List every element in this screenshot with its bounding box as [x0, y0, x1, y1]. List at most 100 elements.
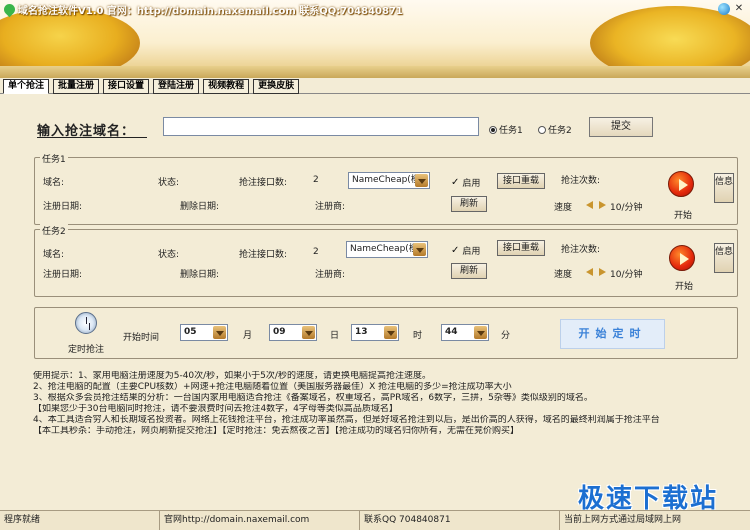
radio-selected-icon — [489, 125, 497, 134]
status-network: 当前上网方式通过局域网上网 — [564, 515, 682, 525]
task1-del-date-label: 删除日期: — [180, 202, 220, 212]
task1-start-label: 开始 — [674, 211, 693, 221]
main-tabs: 单个抢注 批量注册 接口设置 登陆注册 视频教程 更换皮肤 — [3, 79, 300, 95]
domain-label-underline — [37, 137, 147, 138]
task2-radio-label: 任务2 — [548, 126, 572, 136]
month-value: 05 — [184, 327, 197, 337]
task1-enable-checkbox[interactable]: ✓ 启用 — [451, 176, 480, 189]
app-leaf-icon — [1, 1, 18, 17]
speed-arrows-icon[interactable] — [586, 267, 606, 277]
hour-unit: 时 — [413, 331, 423, 341]
status-bar: 程序就绪 官网http://domain.naxemail.com 联系QQ 7… — [0, 510, 750, 530]
note-line: 使用提示：1、家用电脑注册速度为5-40次/秒，如果小于5次/秒的速度，请更换电… — [33, 371, 431, 381]
note-line: 【本工具秒杀：手动抢注，网页刷新提交抢注】【定时抢注：免去熬夜之苦】【抢注成功的… — [33, 426, 520, 436]
task2-reload-button[interactable]: 接口重载 — [497, 240, 545, 256]
grass-decoration — [0, 66, 750, 78]
scheduled-register-label: 定时抢注 — [68, 345, 105, 355]
window-controls: ✕ — [718, 2, 746, 15]
domain-input[interactable] — [163, 117, 479, 136]
minute-unit: 分 — [501, 331, 511, 341]
task1-api-count-label: 抢注接口数: — [239, 178, 288, 188]
status-state: 程序就绪 — [0, 511, 160, 530]
task2-api-count-label: 抢注接口数: — [239, 250, 288, 260]
tab-api-settings[interactable]: 接口设置 — [103, 79, 150, 94]
month-select[interactable]: 05 — [180, 324, 228, 341]
status-website: 官网http://domain.naxemail.com — [160, 511, 360, 530]
task1-speed-value: 10/分钟 — [610, 203, 643, 213]
task2-status-label: 状态: — [158, 250, 180, 260]
minute-select[interactable]: 44 — [441, 324, 489, 341]
day-value: 09 — [273, 327, 286, 337]
task2-enable-label: 启用 — [462, 247, 481, 257]
start-timer-button[interactable]: 开始定时 — [560, 319, 665, 349]
task2-attempts-label: 抢注次数: — [561, 245, 601, 255]
speed-arrows-icon[interactable] — [586, 200, 606, 210]
task2-domain-label: 域名: — [43, 250, 65, 260]
start-time-label: 开始时间 — [123, 333, 160, 343]
task2-refresh-button[interactable]: 刷新 — [451, 263, 487, 279]
clock-icon — [75, 312, 97, 334]
dropdown-arrow-icon[interactable] — [302, 326, 315, 339]
tab-single-register[interactable]: 单个抢注 — [3, 79, 50, 94]
task1-radio[interactable]: 任务1 — [489, 123, 523, 136]
task1-status-label: 状态: — [158, 178, 180, 188]
task1-reload-button[interactable]: 接口重载 — [497, 173, 545, 189]
task1-radio-label: 任务1 — [499, 126, 523, 136]
task2-reg-date-label: 注册日期: — [43, 270, 83, 280]
task2-enable-checkbox[interactable]: ✓ 启用 — [451, 244, 480, 257]
domain-input-row: 输入抢注域名： 任务1 任务2 提交 — [37, 117, 737, 141]
note-line: 【如果您少于30台电脑同时抢注，请不要浪费时间去抢注4数字，4字母等类似高品质域… — [33, 404, 398, 414]
task2-title: 任务2 — [40, 224, 68, 237]
task2-api-select[interactable]: NameCheap(模) — [346, 241, 428, 258]
month-unit: 月 — [243, 331, 253, 341]
status-qq: 联系QQ 704840871 — [360, 511, 560, 530]
task1-start-play-icon[interactable] — [668, 171, 694, 197]
task2-info-button[interactable]: 信息 — [714, 243, 734, 273]
tab-batch-register[interactable]: 批量注册 — [53, 79, 100, 94]
globe-icon[interactable] — [718, 3, 730, 15]
note-line: 4、本工具适合穷人和长期域名投资者。网络上花钱抢注平台，抢注成功率虽然高，但是好… — [33, 415, 660, 425]
checkmark-icon: ✓ — [451, 177, 460, 188]
day-select[interactable]: 09 — [269, 324, 317, 341]
dropdown-arrow-icon[interactable] — [415, 174, 428, 187]
tab-video-tutorial[interactable]: 视频教程 — [203, 79, 250, 94]
task1-info-button[interactable]: 信息 — [714, 173, 734, 203]
task1-title: 任务1 — [40, 152, 68, 165]
task1-reg-date-label: 注册日期: — [43, 202, 83, 212]
task1-api-select[interactable]: NameCheap(模) — [348, 172, 430, 189]
note-line: 3、根据众多会员抢注结果的分析：一台国内家用电脑适合抢注《备案域名，权重域名，高… — [33, 393, 593, 403]
title-bar[interactable]: 域名抢注软件V1.0 官网：http://domain.naxemail.com… — [0, 0, 750, 18]
header-banner: 域名抢注软件V1.0 官网：http://domain.naxemail.com… — [0, 0, 750, 78]
dropdown-arrow-icon[interactable] — [474, 326, 487, 339]
close-button[interactable]: ✕ — [732, 2, 746, 15]
note-line: 2、抢注电脑的配置（主要CPU核数）+网速+抢注电脑随着位置（美国服务器最佳）X… — [33, 382, 512, 392]
task2-start-play-icon[interactable] — [669, 245, 695, 271]
task2-api-select-value: NameCheap(模) — [350, 244, 422, 254]
dropdown-arrow-icon[interactable] — [384, 326, 397, 339]
window-title: 域名抢注软件V1.0 官网：http://domain.naxemail.com… — [18, 5, 403, 17]
task2-speed-label: 速度 — [554, 270, 573, 280]
dropdown-arrow-icon[interactable] — [213, 326, 226, 339]
day-unit: 日 — [330, 331, 340, 341]
task1-group: 任务1 域名: 状态: 抢注接口数: 2 NameCheap(模) ✓ 启用 接… — [34, 152, 738, 225]
tab-login-register[interactable]: 登陆注册 — [153, 79, 200, 94]
submit-button[interactable]: 提交 — [589, 117, 653, 137]
task2-group: 任务2 域名: 状态: 抢注接口数: 2 NameCheap(模) ✓ 启用 接… — [34, 224, 738, 297]
task2-radio[interactable]: 任务2 — [538, 123, 572, 136]
task1-refresh-button[interactable]: 刷新 — [451, 196, 487, 212]
hour-select[interactable]: 13 — [351, 324, 399, 341]
task1-domain-label: 域名: — [43, 178, 65, 188]
task2-speed-value: 10/分钟 — [610, 270, 643, 280]
task2-registrar-label: 注册商: — [315, 270, 346, 280]
task2-api-count: 2 — [313, 247, 319, 257]
task1-attempts-label: 抢注次数: — [561, 176, 601, 186]
dropdown-arrow-icon[interactable] — [413, 243, 426, 256]
minute-value: 44 — [445, 327, 458, 337]
task2-start-label: 开始 — [675, 282, 694, 292]
hour-value: 13 — [355, 327, 368, 337]
tab-change-skin[interactable]: 更换皮肤 — [253, 79, 300, 94]
task1-enable-label: 启用 — [462, 179, 481, 189]
task1-speed-label: 速度 — [554, 203, 573, 213]
scheduled-register-box: 定时抢注 开始时间 05 月 09 日 13 时 44 分 开始定时 — [34, 307, 738, 359]
radio-unselected-icon — [538, 125, 546, 134]
